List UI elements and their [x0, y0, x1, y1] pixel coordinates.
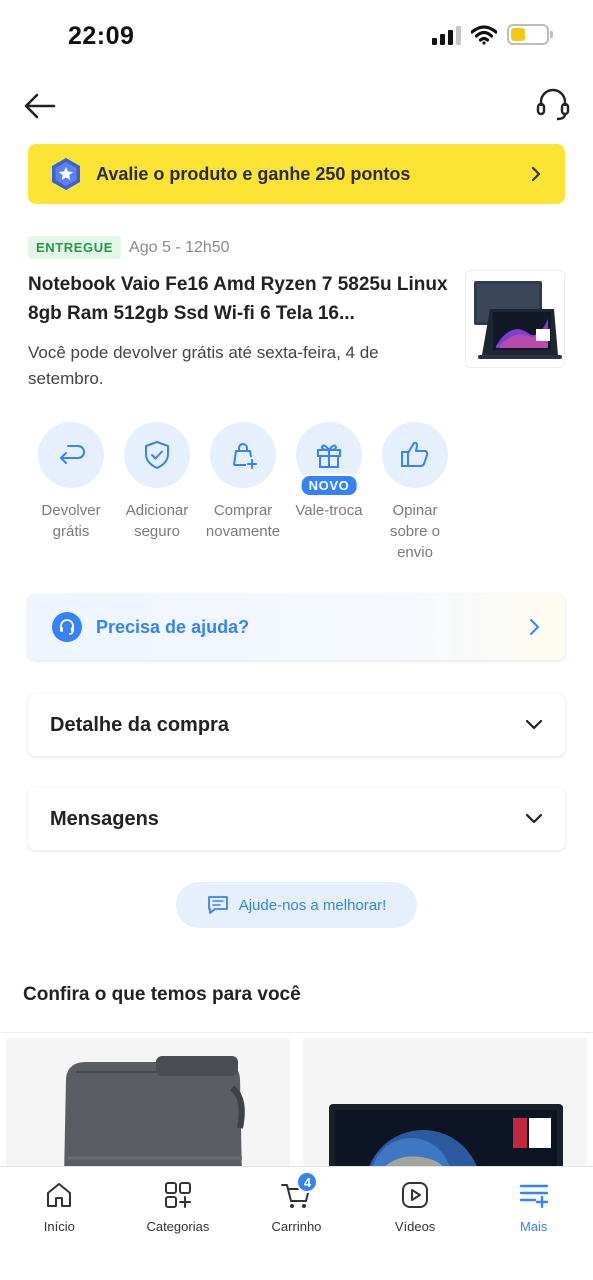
purchase-detail-section[interactable]: Detalhe da compra	[28, 694, 565, 756]
return-note: Você pode devolver grátis até sexta-feir…	[28, 343, 379, 388]
action-label: Comprar	[213, 502, 273, 519]
points-badge-icon	[52, 158, 80, 190]
wifi-icon	[471, 24, 497, 45]
action-label: Adicionar	[125, 502, 189, 519]
action-rate-shipping[interactable]: Opinar sobre o envio	[372, 422, 458, 563]
headset-icon	[536, 88, 570, 121]
product-title[interactable]: Notebook Vaio Fe16 Amd Ryzen 7 5825u Lin…	[28, 270, 448, 328]
video-icon	[402, 1182, 429, 1208]
action-label: grátis	[52, 523, 90, 540]
gift-icon	[317, 444, 341, 468]
bag-plus-icon	[233, 443, 257, 469]
shield-check-icon	[145, 441, 169, 469]
laptop-image	[474, 281, 562, 359]
chevron-right-icon	[531, 166, 541, 182]
divider	[0, 1032, 593, 1033]
recommendation-card[interactable]	[303, 1038, 587, 1178]
help-card[interactable]: Precisa de ajuda?	[28, 594, 565, 660]
feedback-button[interactable]: Ajude-nos a melhorar!	[176, 882, 417, 928]
return-icon	[60, 445, 85, 464]
action-label: Opinar	[392, 502, 438, 519]
action-label: envio	[397, 544, 433, 561]
nav-videos[interactable]: Vídeos	[356, 1167, 475, 1280]
battery-icon	[507, 24, 553, 45]
nav-label: Categorias	[146, 1219, 210, 1234]
order-date: Ago 5 - 12h50	[129, 238, 230, 256]
message-icon	[207, 896, 228, 914]
categories-icon	[164, 1182, 191, 1208]
chevron-down-icon	[525, 813, 543, 824]
action-label: Vale-troca	[295, 502, 363, 519]
thumbs-up-icon	[401, 441, 429, 467]
action-label: seguro	[134, 523, 180, 540]
support-button[interactable]	[535, 86, 571, 124]
action-label: sobre o	[389, 523, 441, 540]
recommendations-title: Confira o que temos para você	[23, 984, 301, 1005]
action-insurance[interactable]: Adicionar seguro	[114, 422, 200, 563]
order-status-row: ENTREGUE Ago 5 - 12h50	[28, 236, 230, 259]
back-button[interactable]	[22, 88, 58, 124]
help-text: Precisa de ajuda?	[96, 616, 250, 637]
chevron-right-icon	[530, 619, 539, 635]
signal-icon	[432, 25, 461, 45]
nav-cart[interactable]: 4 Carrinho	[237, 1167, 356, 1280]
arrow-left-icon	[24, 93, 56, 119]
nav-categories[interactable]: Categorias	[119, 1167, 238, 1280]
nav-label: Vídeos	[394, 1219, 436, 1234]
action-return[interactable]: Devolver grátis	[28, 422, 114, 563]
feedback-text: Ajude-nos a melhorar!	[238, 896, 387, 914]
delivered-badge: ENTREGUE	[28, 236, 122, 259]
section-title: Mensagens	[50, 807, 159, 830]
home-icon	[47, 1183, 72, 1207]
nav-more[interactable]: Mais	[474, 1167, 593, 1280]
recommendation-card[interactable]	[6, 1038, 290, 1178]
laptop-bag-image	[6, 1038, 290, 1178]
help-headset-icon	[52, 612, 82, 642]
laptop-image	[303, 1038, 587, 1178]
chevron-down-icon	[525, 719, 543, 730]
messages-section[interactable]: Mensagens	[28, 788, 565, 850]
action-label: Devolver	[41, 502, 101, 519]
menu-plus-icon	[519, 1184, 548, 1209]
cart-count-badge: 4	[296, 1171, 319, 1193]
status-time: 22:09	[68, 22, 135, 50]
bottom-navigation: Início Categorias 4 Carrinho Vídeos Mais	[0, 1166, 593, 1280]
section-title: Detalhe da compra	[50, 713, 229, 736]
nav-label: Mais	[519, 1219, 548, 1234]
status-icons	[432, 24, 553, 45]
action-label: novamente	[205, 523, 281, 540]
nav-label: Início	[43, 1219, 75, 1234]
action-buy-again[interactable]: Comprar novamente	[200, 422, 286, 563]
nav-label: Carrinho	[271, 1219, 322, 1234]
new-badge: NOVO	[299, 474, 359, 497]
action-gift-card[interactable]: NOVO Vale-troca	[286, 422, 372, 563]
reward-text: Avalie o produto e ganhe 250 pontos	[96, 163, 411, 184]
status-bar: 22:09	[0, 0, 593, 70]
reward-banner[interactable]: Avalie o produto e ganhe 250 pontos	[28, 144, 565, 204]
order-actions: Devolver grátis Adicionar seguro Comprar	[28, 422, 468, 563]
nav-home[interactable]: Início	[0, 1167, 119, 1280]
product-thumbnail[interactable]	[465, 270, 565, 368]
